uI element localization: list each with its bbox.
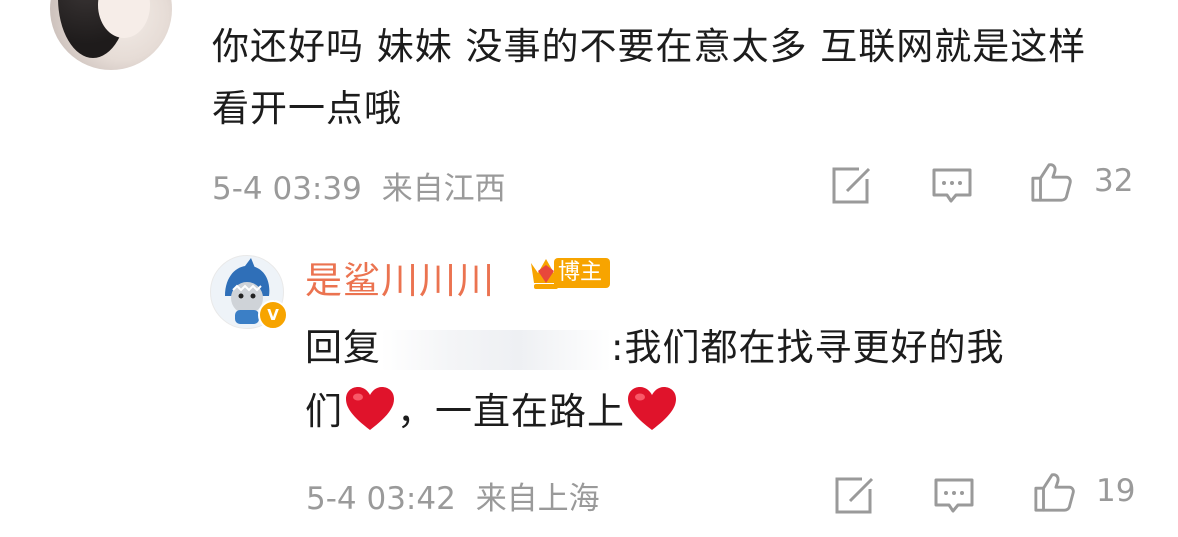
like-icon[interactable] xyxy=(1032,471,1076,513)
verified-badge: V xyxy=(258,300,288,330)
like-count: 32 xyxy=(1094,163,1134,199)
reply-line1: :我们都在找寻更好的我 xyxy=(611,326,1005,369)
like-count: 19 xyxy=(1096,473,1136,509)
redacted-username xyxy=(381,329,611,370)
comment-time: 5-4 03:39 xyxy=(212,171,362,207)
red-heart-emoji-icon xyxy=(346,387,394,430)
blogger-username[interactable]: 是鲨川川川 xyxy=(305,250,495,304)
comment-location: 来自江西 xyxy=(381,171,506,207)
comment-text: 你还好吗 妹妹 没事的不要在意太多 互联网就是这样 看开一点哦 xyxy=(212,25,1087,130)
reply-line2-end: ，一直在路上 xyxy=(397,390,625,433)
reply-text: 回复 :我们都在找寻更好的我 们 ，一直在路上 xyxy=(305,316,1135,444)
comment-icon[interactable] xyxy=(930,165,974,207)
like-icon[interactable] xyxy=(1029,161,1073,203)
blogger-badge: 博主 xyxy=(528,253,611,293)
reply-line2-start: 们 xyxy=(305,390,343,433)
reply-meta: 5-4 03:42 来自上海 xyxy=(306,473,600,518)
reply-time: 5-4 03:42 xyxy=(306,481,456,517)
commenter-avatar[interactable] xyxy=(50,0,172,70)
comment-meta: 5-4 03:39 来自江西 xyxy=(212,163,506,208)
share-icon[interactable] xyxy=(829,165,873,207)
badge-label: 博主 xyxy=(554,258,611,288)
red-heart-emoji-icon xyxy=(628,387,676,430)
share-icon[interactable] xyxy=(832,475,876,517)
reply-location: 来自上海 xyxy=(475,481,600,517)
reply-prefix: 回复 xyxy=(305,326,381,369)
comment-icon[interactable] xyxy=(932,475,976,517)
